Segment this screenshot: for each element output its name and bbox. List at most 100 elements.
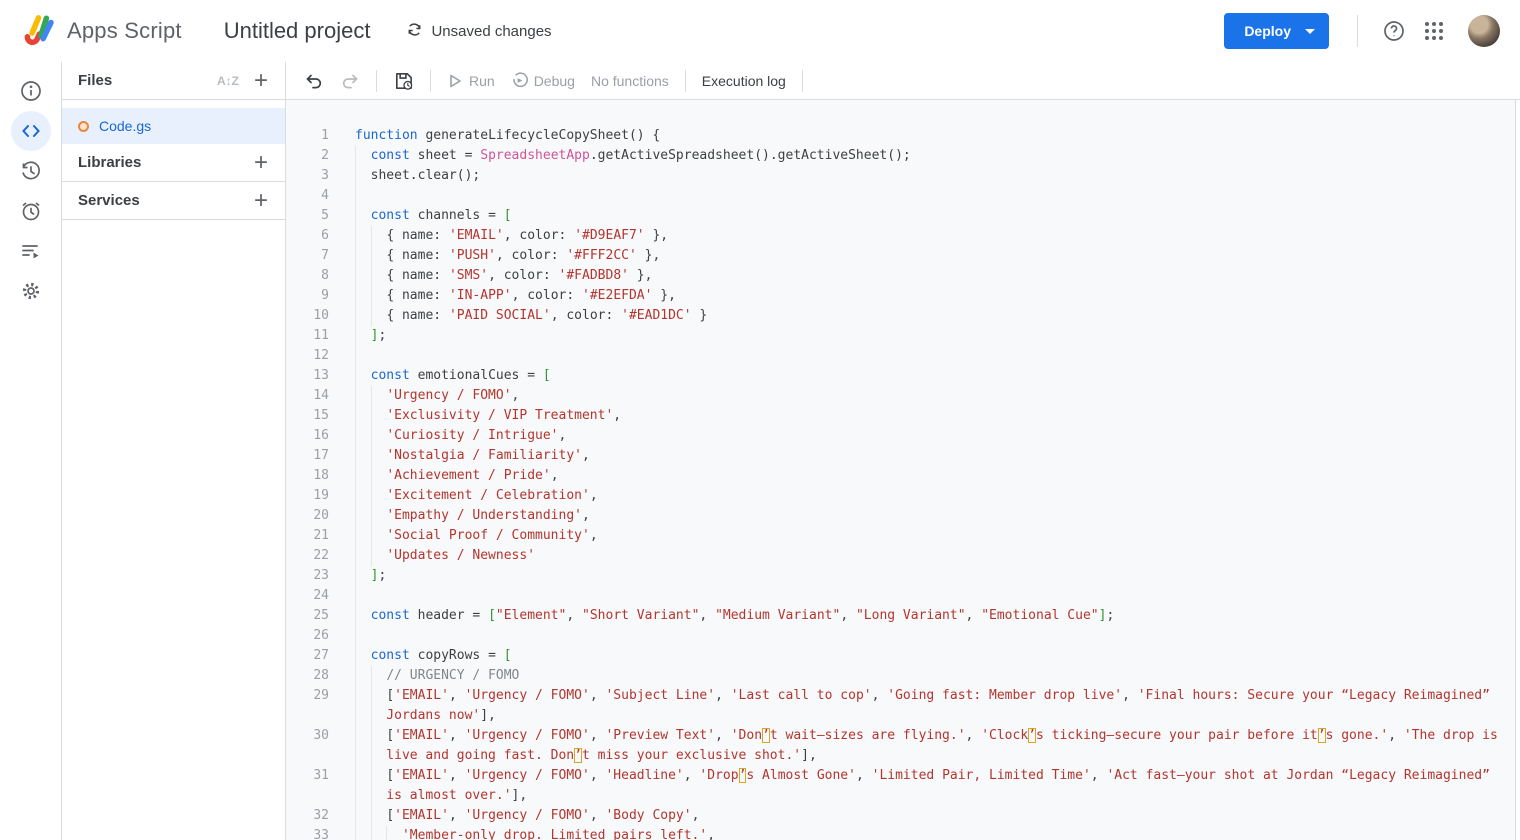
sort-az-icon[interactable]: A↕Z — [213, 70, 243, 92]
executions-button[interactable] — [11, 231, 51, 271]
code-line[interactable]: 24 — [286, 586, 1515, 606]
divider — [430, 70, 431, 92]
code-line[interactable]: 28 // URGENCY / FOMO — [286, 666, 1515, 686]
indent-guide — [371, 426, 372, 446]
indent-guide — [355, 806, 356, 826]
indent-guide — [355, 286, 356, 306]
code-lines: 1function generateLifecycleCopySheet() {… — [286, 100, 1515, 840]
libraries-section[interactable]: Libraries + — [62, 144, 285, 182]
code-line[interactable]: 19 'Excitement / Celebration', — [286, 486, 1515, 506]
unsaved-dot-icon — [78, 121, 89, 132]
line-number: 1 — [286, 126, 355, 146]
indent-guide — [355, 146, 356, 166]
line-number: 27 — [286, 646, 355, 666]
execution-log-button[interactable]: Execution log — [694, 66, 794, 96]
line-number: 12 — [286, 346, 355, 366]
code-line[interactable]: 10 { name: 'PAID SOCIAL', color: '#EAD1D… — [286, 306, 1515, 326]
code-line[interactable]: 27 const copyRows = [ — [286, 646, 1515, 666]
code-line[interactable]: 3 sheet.clear(); — [286, 166, 1515, 186]
code-line[interactable]: 21 'Social Proof / Community', — [286, 526, 1515, 546]
debug-label: Debug — [534, 73, 575, 89]
save-button[interactable] — [385, 66, 422, 96]
line-number: 22 — [286, 546, 355, 566]
indent-guide — [371, 306, 372, 326]
line-number: 26 — [286, 626, 355, 646]
code-line[interactable]: 20 'Empathy / Understanding', — [286, 506, 1515, 526]
help-button[interactable] — [1374, 11, 1414, 51]
function-select-label: No functions — [591, 73, 669, 89]
indent-guide — [355, 666, 356, 686]
indent-guide — [371, 486, 372, 506]
line-number: 23 — [286, 566, 355, 586]
code-line[interactable]: 14 'Urgency / FOMO', — [286, 386, 1515, 406]
google-apps-grid-button[interactable] — [1414, 11, 1454, 51]
function-select[interactable]: No functions — [583, 66, 677, 96]
code-line[interactable]: 8 { name: 'SMS', color: '#FADBD8' }, — [286, 266, 1515, 286]
code-line[interactable]: 17 'Nostalgia / Familiarity', — [286, 446, 1515, 466]
project-title[interactable]: Untitled project — [224, 18, 371, 44]
debug-button[interactable]: Debug — [503, 66, 583, 96]
code-line[interactable]: 29 ['EMAIL', 'Urgency / FOMO', 'Subject … — [286, 686, 1515, 726]
app-name: Apps Script — [67, 18, 182, 44]
code-line[interactable]: 5 const channels = [ — [286, 206, 1515, 226]
save-status-label: Unsaved changes — [431, 23, 551, 40]
add-library-button[interactable]: + — [245, 147, 277, 179]
indent-guide — [371, 666, 372, 686]
code-line[interactable]: 2 const sheet = SpreadsheetApp.getActive… — [286, 146, 1515, 166]
editor-button[interactable] — [11, 111, 51, 151]
executions-list-icon — [19, 239, 43, 263]
redo-button[interactable] — [332, 66, 368, 96]
code-line[interactable]: 22 'Updates / Newness' — [286, 546, 1515, 566]
indent-guide — [355, 686, 356, 726]
code-line[interactable]: 25 const header = ["Element", "Short Var… — [286, 606, 1515, 626]
code-line[interactable]: 23 ]; — [286, 566, 1515, 586]
code-line[interactable]: 13 const emotionalCues = [ — [286, 366, 1515, 386]
undo-button[interactable] — [296, 66, 332, 96]
code-line[interactable]: 6 { name: 'EMAIL', color: '#D9EAF7' }, — [286, 226, 1515, 246]
undo-icon — [304, 71, 324, 91]
add-file-button[interactable]: + — [245, 65, 277, 97]
code-line[interactable]: 12 — [286, 346, 1515, 366]
code-line[interactable]: 9 { name: 'IN-APP', color: '#E2EFDA' }, — [286, 286, 1515, 306]
left-rail — [0, 62, 62, 840]
sync-icon — [406, 21, 423, 42]
indent-guide — [371, 766, 372, 806]
code-line[interactable]: 30 ['EMAIL', 'Urgency / FOMO', 'Preview … — [286, 726, 1515, 766]
code-line[interactable]: 31 ['EMAIL', 'Urgency / FOMO', 'Headline… — [286, 766, 1515, 806]
project-history-button[interactable] — [11, 151, 51, 191]
code-line[interactable]: 18 'Achievement / Pride', — [286, 466, 1515, 486]
indent-guide — [355, 386, 356, 406]
indent-guide — [355, 826, 356, 840]
code-editor[interactable]: 1function generateLifecycleCopySheet() {… — [286, 100, 1516, 840]
line-number: 9 — [286, 286, 355, 306]
code-line[interactable]: 32 ['EMAIL', 'Urgency / FOMO', 'Body Cop… — [286, 806, 1515, 826]
line-number: 15 — [286, 406, 355, 426]
code-line[interactable]: 26 — [286, 626, 1515, 646]
line-number: 33 — [286, 826, 355, 840]
code-line[interactable]: 15 'Exclusivity / VIP Treatment', — [286, 406, 1515, 426]
line-number: 24 — [286, 586, 355, 606]
code-line[interactable]: 33 'Member-only drop. Limited pairs left… — [286, 826, 1515, 840]
line-number: 28 — [286, 666, 355, 686]
indent-guide — [355, 326, 356, 346]
indent-guide — [355, 766, 356, 806]
code-line[interactable]: 4 — [286, 186, 1515, 206]
project-settings-button[interactable] — [11, 271, 51, 311]
indent-guide — [371, 686, 372, 726]
indent-guide — [371, 826, 372, 840]
code-line[interactable]: 16 'Curiosity / Intrigue', — [286, 426, 1515, 446]
overview-button[interactable] — [11, 71, 51, 111]
triggers-button[interactable] — [11, 191, 51, 231]
deploy-button[interactable]: Deploy — [1224, 13, 1329, 49]
run-button[interactable]: Run — [439, 66, 503, 96]
indent-guide — [371, 386, 372, 406]
services-section[interactable]: Services + — [62, 182, 285, 220]
code-line[interactable]: 11 ]; — [286, 326, 1515, 346]
add-service-button[interactable]: + — [245, 185, 277, 217]
file-item-codegs[interactable]: Code.gs — [62, 108, 285, 144]
line-number: 32 — [286, 806, 355, 826]
indent-guide — [355, 406, 356, 426]
code-line[interactable]: 7 { name: 'PUSH', color: '#FFF2CC' }, — [286, 246, 1515, 266]
avatar[interactable] — [1468, 15, 1500, 47]
code-line[interactable]: 1function generateLifecycleCopySheet() { — [286, 126, 1515, 146]
